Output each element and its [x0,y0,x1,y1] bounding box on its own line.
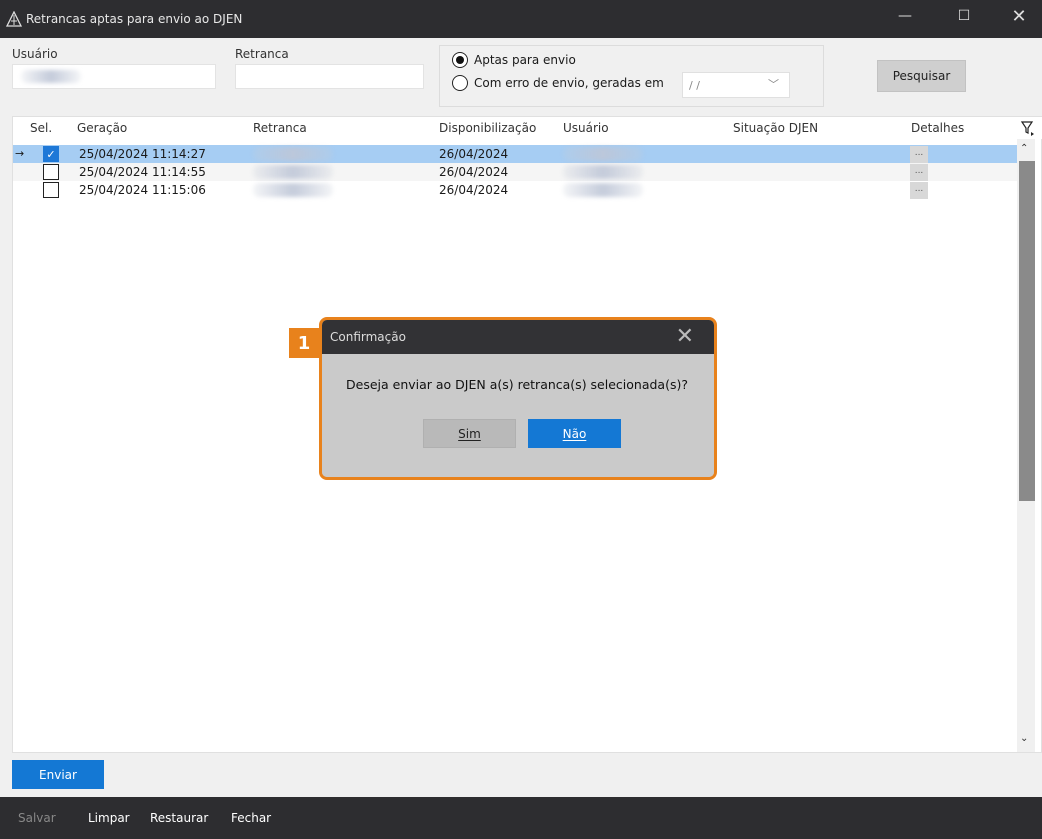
confirmation-dialog: Confirmação ✕ Deseja enviar ao DJEN a(s)… [319,317,717,480]
step-badge: 1 [289,328,319,358]
dialog-message: Deseja enviar ao DJEN a(s) retranca(s) s… [346,377,688,392]
row-select-checkbox[interactable]: ✓ [43,146,59,162]
usuario-label: Usuário [12,47,58,61]
geracao-cell: 25/04/2024 11:15:06 [79,183,206,197]
disponibilizacao-cell: 26/04/2024 [439,183,509,197]
redacted-usuario [563,147,643,161]
scrollbar-thumb[interactable] [1019,161,1035,501]
row-select-checkbox[interactable] [43,164,59,180]
window-title: Retrancas aptas para envio ao DJEN [26,12,243,26]
col-retranca[interactable]: Retranca [253,121,307,135]
redacted-usuario [563,165,643,179]
close-button[interactable]: ✕ [996,0,1042,32]
retranca-label: Retranca [235,47,289,61]
enviar-button[interactable]: Enviar [12,760,104,789]
scroll-down-icon[interactable]: ⌄ [1020,733,1028,744]
vertical-scrollbar[interactable]: ⌃ ⌄ [1017,139,1035,752]
redacted-retranca [253,147,333,161]
redacted-value [21,70,81,83]
detalhes-button[interactable]: ... [910,146,928,163]
nao-button-label: Não [562,426,587,441]
nao-button[interactable]: Não [528,419,621,448]
fechar-link[interactable]: Fechar [231,811,271,825]
status-radio-group: Aptas para envio Com erro de envio, gera… [439,45,824,107]
grid-header: Sel. Geração Retranca Disponibilização U… [13,117,1042,139]
dialog-close-icon[interactable]: ✕ [676,324,694,349]
geracao-cell: 25/04/2024 11:14:27 [79,147,206,161]
limpar-link[interactable]: Limpar [88,811,130,825]
col-sel[interactable]: Sel. [30,121,52,135]
app-logo-icon [6,11,22,27]
geracao-cell: 25/04/2024 11:14:55 [79,165,206,179]
dialog-titlebar: Confirmação ✕ [322,320,714,354]
usuario-input[interactable] [12,64,216,89]
scroll-up-icon[interactable]: ⌃ [1020,143,1028,154]
table-row[interactable]: → ✓ 25/04/2024 11:14:27 26/04/2024 ... [13,145,1017,163]
table-row[interactable]: 25/04/2024 11:14:55 26/04/2024 ... [13,163,1017,181]
restaurar-link[interactable]: Restaurar [150,811,208,825]
detalhes-button[interactable]: ... [910,164,928,181]
pesquisar-button[interactable]: Pesquisar [877,60,966,92]
redacted-usuario [563,183,643,197]
sim-button[interactable]: Sim [423,419,516,448]
row-select-checkbox[interactable] [43,182,59,198]
col-geracao[interactable]: Geração [77,121,127,135]
redacted-retranca [253,183,333,197]
minimize-button[interactable]: — [882,0,928,32]
table-row[interactable]: 25/04/2024 11:15:06 26/04/2024 ... [13,181,1017,199]
radio-erro[interactable]: Com erro de envio, geradas em [452,75,664,91]
col-usuario[interactable]: Usuário [563,121,609,135]
window-titlebar: Retrancas aptas para envio ao DJEN — ☐ ✕ [0,0,1042,38]
chevron-down-icon[interactable]: ﹀ [768,76,779,92]
detalhes-button[interactable]: ... [910,182,928,199]
radio-selected-dot [456,56,464,64]
footer-bar: Salvar Limpar Restaurar Fechar [0,797,1042,839]
col-detalhes[interactable]: Detalhes [911,121,964,135]
col-situacao-djen[interactable]: Situação DJEN [733,121,818,135]
radio-aptas-button[interactable] [452,52,468,68]
disponibilizacao-cell: 26/04/2024 [439,147,509,161]
radio-aptas-label: Aptas para envio [474,53,576,67]
dialog-title: Confirmação [330,330,406,344]
maximize-button[interactable]: ☐ [941,0,987,32]
radio-aptas[interactable]: Aptas para envio [452,52,576,68]
col-disponibilizacao[interactable]: Disponibilização [439,121,536,135]
sim-button-label: Sim [458,426,481,441]
radio-erro-label: Com erro de envio, geradas em [474,76,664,90]
salvar-link[interactable]: Salvar [18,811,56,825]
date-value: / / [689,78,700,92]
date-picker[interactable]: / / ﹀ [682,72,790,98]
disponibilizacao-cell: 26/04/2024 [439,165,509,179]
retranca-input[interactable] [235,64,424,89]
radio-erro-button[interactable] [452,75,468,91]
redacted-retranca [253,165,333,179]
filter-icon[interactable] [1021,120,1035,136]
row-indicator-icon: → [15,147,25,160]
dialog-body: Deseja enviar ao DJEN a(s) retranca(s) s… [322,354,714,477]
